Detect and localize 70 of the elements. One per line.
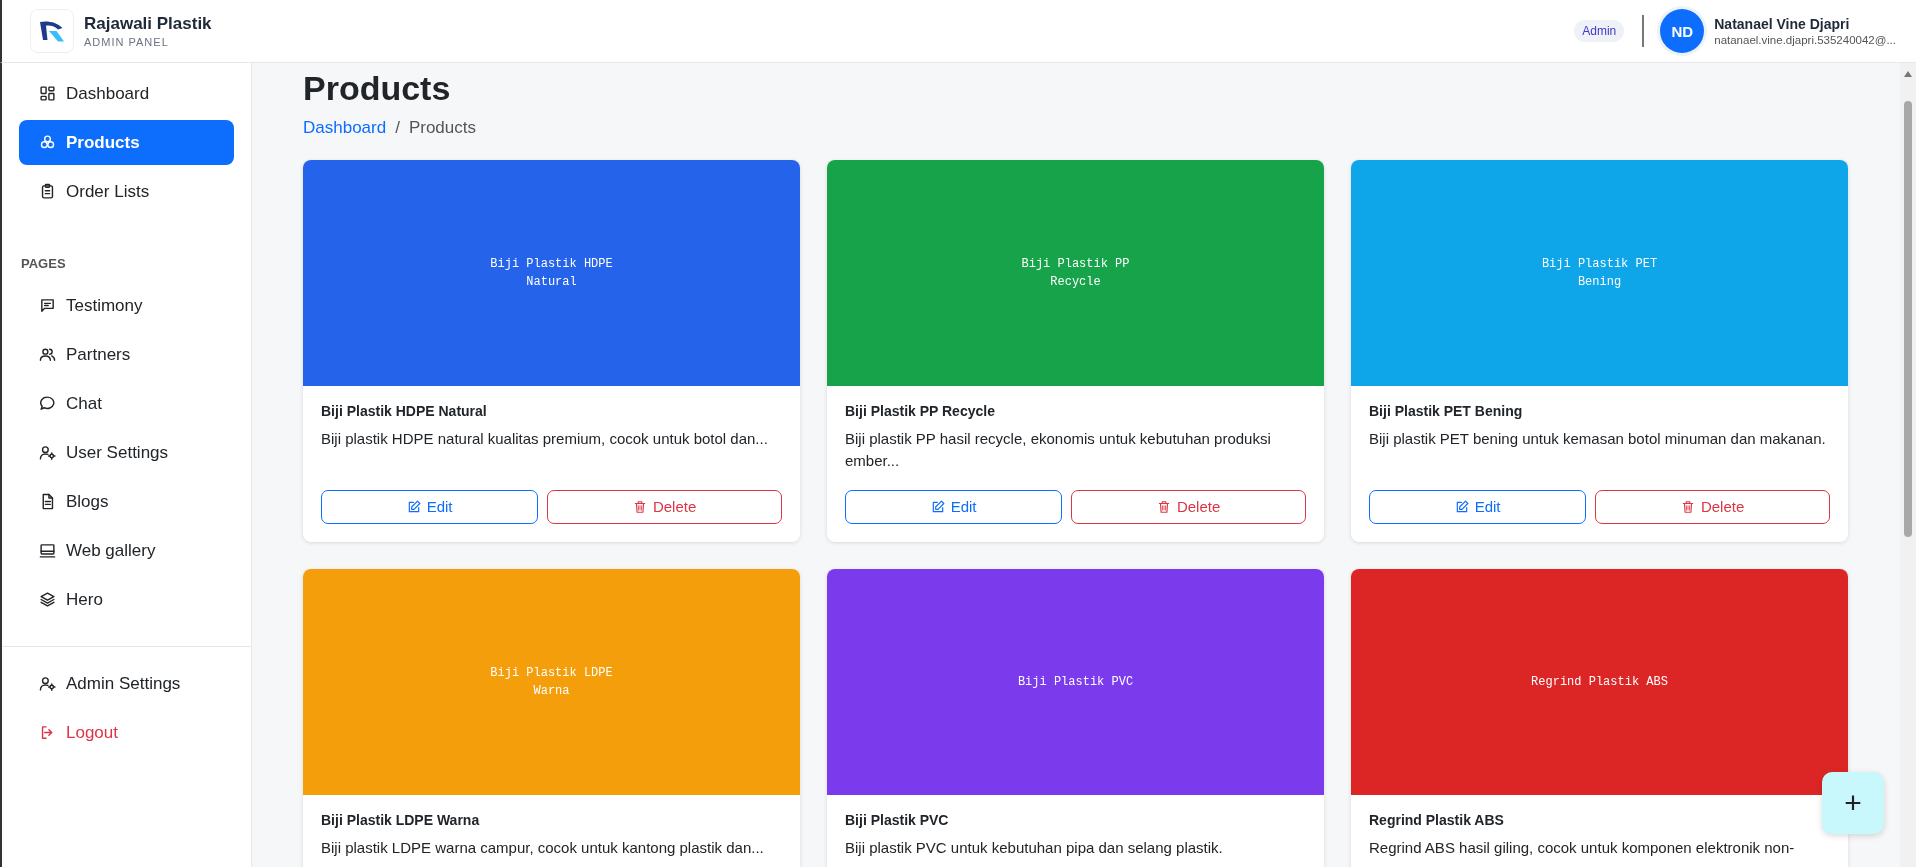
section-heading: PAGES: [21, 256, 67, 271]
product-description: Biji plastik PP hasil recycle, ekonomis untuk kebutuhan produksi ember...: [845, 429, 1272, 471]
sidebar-item[interactable]: Partners: [19, 332, 234, 377]
monitor-icon: [39, 542, 56, 559]
image-caption: Biji Plastik PET: [1541, 257, 1658, 271]
chat-bubble-icon: [39, 395, 56, 412]
brand-name: Rajawali Plastik: [84, 14, 212, 34]
product-name: Biji Plastik PP Recycle: [845, 403, 996, 419]
role-badge: Admin: [1574, 20, 1625, 42]
layers-icon: [39, 591, 56, 608]
trash-icon: [1156, 499, 1171, 514]
product-description: Biji plastik PET bening untuk kemasan botol minuman dan makanan.: [1369, 429, 1827, 449]
product-description: Biji plastik LDPE warna campur, cocok untuk kantong plastik dan...: [321, 837, 765, 858]
edit-button[interactable]: Edit: [1369, 489, 1587, 524]
product-name: Biji Plastik PVC: [845, 811, 950, 828]
sidebar-item[interactable]: Hero: [19, 577, 234, 622]
brand-subtitle: ADMIN PANEL: [84, 36, 170, 48]
sidebar-item[interactable]: Blogs: [19, 479, 234, 524]
sidebar-item[interactable]: User Settings: [19, 430, 234, 475]
image-caption: Regrind Plastik ABS: [1531, 674, 1668, 689]
edit-icon: [406, 499, 421, 514]
sidebar-item[interactable]: Admin Settings: [19, 661, 234, 706]
product-name: Regrind Plastik ABS: [1369, 811, 1505, 828]
image-caption: Bening: [1577, 275, 1622, 289]
grid-icon: [39, 85, 56, 102]
clipboard-icon: [39, 183, 56, 200]
add-button[interactable]: +: [1822, 772, 1884, 834]
image-caption: Biji Plastik PVC: [1017, 674, 1134, 689]
delete-button[interactable]: Delete: [1595, 489, 1830, 524]
image-caption: Biji Plastik LDPE: [490, 665, 613, 680]
edit-button[interactable]: Edit: [321, 489, 539, 524]
product-name: Biji Plastik LDPE Warna: [321, 811, 481, 828]
people-icon: [39, 346, 56, 363]
product-name: Biji Plastik PET Bening: [1369, 403, 1524, 419]
breadcrumb-link[interactable]: Dashboard: [303, 118, 387, 138]
sidebar-item[interactable]: Order Lists: [19, 169, 234, 214]
product-description: Biji plastik HDPE natural kualitas premium, cocok untuk botol dan...: [321, 429, 769, 449]
logo-icon: [30, 9, 74, 53]
delete-button[interactable]: Delete: [1071, 489, 1306, 524]
sidebar-item[interactable]: Web gallery: [19, 528, 234, 573]
image-caption: Natural: [526, 275, 577, 289]
message-icon: [39, 297, 56, 314]
edit-icon: [930, 499, 945, 514]
sidebar-item[interactable]: Chat: [19, 381, 234, 426]
sidebar-item[interactable]: Dashboard: [19, 71, 234, 116]
edit-icon: [1454, 499, 1469, 514]
sidebar-item[interactable]: Testimony: [19, 283, 234, 328]
breadcrumb-current: Products: [408, 118, 476, 138]
page-title: Products: [303, 69, 452, 108]
edit-button[interactable]: Edit: [845, 489, 1063, 524]
circles-icon: [39, 134, 56, 151]
product-description: Regrind ABS hasil giling, cocok untuk komponen elektronik non-: [1369, 837, 1796, 858]
image-caption: Biji Plastik HDPE: [490, 257, 613, 271]
image-caption: Recycle: [1050, 275, 1101, 289]
image-caption: Biji Plastik PP: [1021, 257, 1130, 271]
sidebar-item[interactable]: Logout: [19, 710, 234, 755]
user-gear-icon: [39, 675, 56, 692]
trash-icon: [1680, 499, 1695, 514]
user-email: natanael.vine.djapri.535240042@...: [1714, 34, 1896, 46]
breadcrumb-separator: /: [395, 118, 400, 138]
delete-button[interactable]: Delete: [547, 489, 782, 524]
user-gear-icon: [39, 444, 56, 461]
user-name: Natanael Vine Djapri: [1714, 16, 1851, 32]
product-description: Biji plastik PVC untuk kebutuhan pipa dan selang plastik.: [845, 837, 1224, 858]
sidebar-item[interactable]: Products: [19, 120, 234, 165]
scrollbar[interactable]: [1900, 63, 1916, 867]
image-caption: Warna: [533, 683, 570, 698]
product-name: Biji Plastik HDPE Natural: [321, 403, 488, 419]
trash-icon: [632, 499, 647, 514]
user-avatar[interactable]: ND: [1660, 9, 1705, 53]
